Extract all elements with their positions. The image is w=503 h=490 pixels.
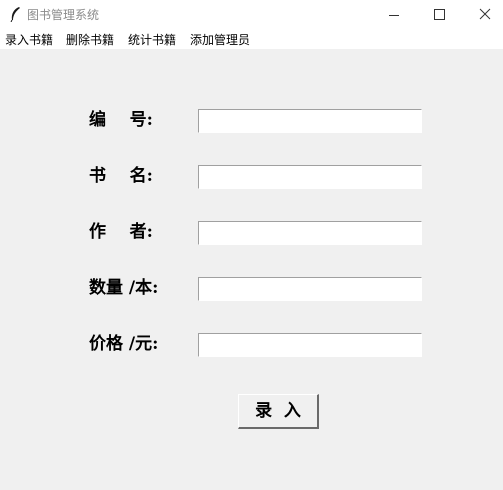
author-input[interactable] (198, 221, 422, 245)
quantity-label: 数量 /本: (89, 278, 159, 298)
menu-item-stats-book[interactable]: 统计书籍 (128, 32, 176, 48)
menu-item-delete-book[interactable]: 删除书籍 (66, 32, 114, 48)
menu-bar: 录入书籍 删除书籍 统计书籍 添加管理员 (0, 30, 503, 49)
minimize-button[interactable] (371, 0, 417, 30)
feather-icon (10, 7, 20, 22)
price-input[interactable] (198, 333, 422, 357)
title-label: 书 名: (89, 166, 153, 186)
minimize-icon (389, 15, 399, 16)
title-bar: 图书管理系统 (0, 0, 503, 30)
maximize-icon (434, 9, 445, 20)
quantity-input[interactable] (198, 277, 422, 301)
title-input[interactable] (198, 165, 422, 189)
author-label: 作 者: (89, 222, 153, 242)
id-label: 编 号: (89, 110, 153, 130)
price-label: 价格 /元: (89, 334, 159, 354)
submit-button[interactable]: 录 入 (238, 394, 319, 429)
window-title: 图书管理系统 (27, 8, 100, 22)
close-button[interactable] (462, 0, 503, 30)
menu-item-add-book[interactable]: 录入书籍 (5, 32, 53, 48)
id-input[interactable] (198, 109, 422, 133)
close-icon (479, 8, 491, 20)
book-entry-form: 编 号: 书 名: 作 者: 数量 /本: 价格 /元: 录 入 (0, 49, 503, 490)
menu-item-add-admin[interactable]: 添加管理员 (190, 32, 250, 48)
maximize-button[interactable] (416, 0, 462, 30)
